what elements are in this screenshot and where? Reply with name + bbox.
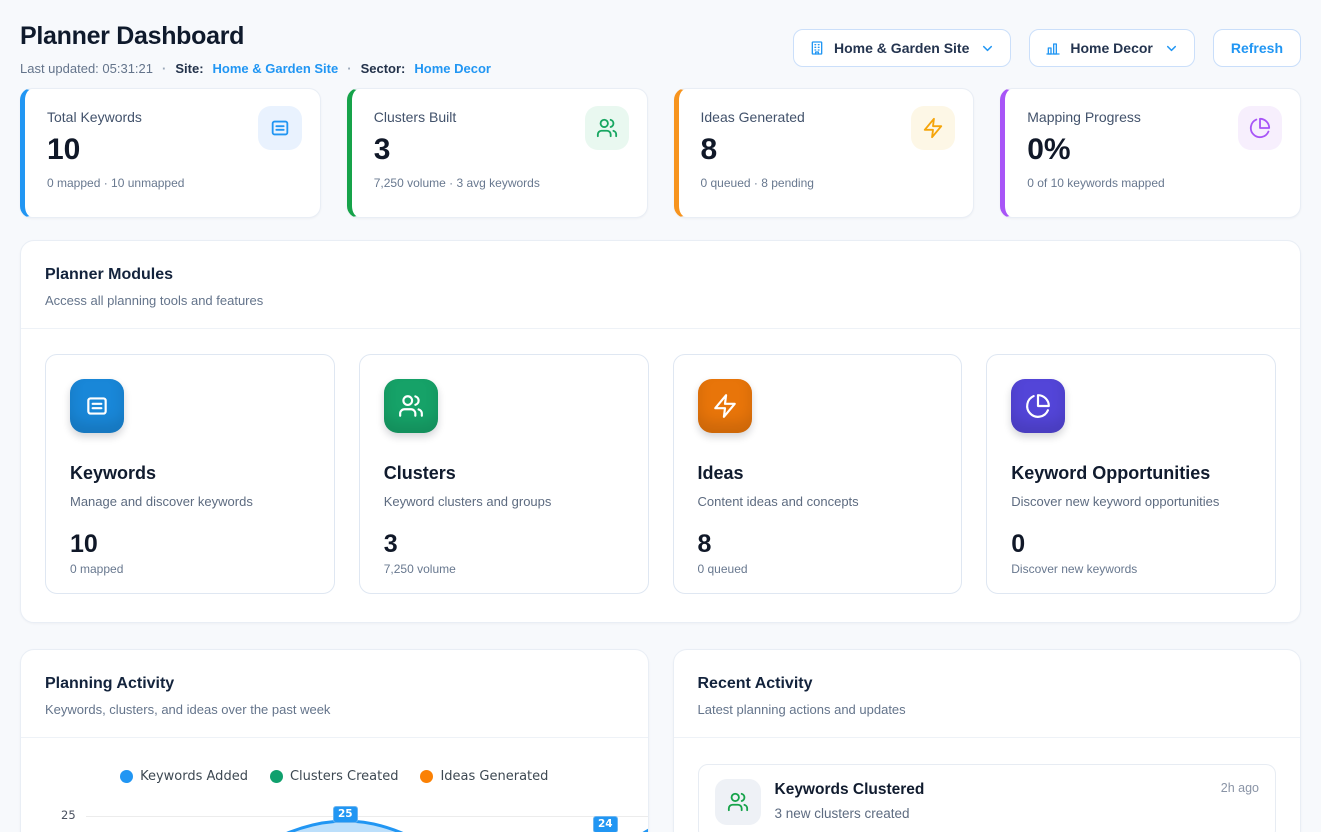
users-icon (715, 779, 761, 825)
legend-dot-icon (120, 770, 133, 783)
planning-activity-title: Planning Activity (45, 675, 624, 693)
activity-item-keywords-clustered: Keywords Clustered 2h ago 3 new clusters… (698, 764, 1277, 832)
planner-modules-header: Planner Modules Access all planning tool… (21, 241, 1300, 329)
planning-activity-panel: Planning Activity Keywords, clusters, an… (20, 649, 649, 832)
meta-separator: · (347, 61, 351, 76)
site-dropdown-label: Home & Garden Site (834, 40, 969, 56)
planner-modules-subtitle: Access all planning tools and features (45, 293, 1276, 308)
recent-activity-header: Recent Activity Latest planning actions … (674, 650, 1301, 738)
module-title: Clusters (384, 463, 624, 484)
bottom-row: Planning Activity Keywords, clusters, an… (20, 649, 1301, 832)
planner-modules-panel: Planner Modules Access all planning tool… (20, 240, 1301, 623)
legend-label: Keywords Added (140, 769, 248, 784)
sector-dropdown[interactable]: Home Decor (1029, 29, 1194, 67)
bar-chart-icon (1045, 40, 1061, 56)
planner-dashboard-page: Planner Dashboard Last updated: 05:31:21… (0, 0, 1321, 832)
module-card-clusters[interactable]: Clusters Keyword clusters and groups 3 7… (359, 354, 649, 594)
module-detail: 7,250 volume (384, 562, 624, 576)
page-header: Planner Dashboard Last updated: 05:31:21… (20, 0, 1301, 76)
module-detail: Discover new keywords (1011, 562, 1251, 576)
document-icon (70, 379, 124, 433)
module-detail: 0 queued (698, 562, 938, 576)
modules-grid: Keywords Manage and discover keywords 10… (21, 329, 1300, 622)
recent-activity-list: Keywords Clustered 2h ago 3 new clusters… (674, 738, 1301, 832)
module-card-keywords[interactable]: Keywords Manage and discover keywords 10… (45, 354, 335, 594)
last-updated-text: Last updated: 05:31:21 (20, 61, 153, 76)
module-description: Discover new keyword opportunities (1011, 494, 1251, 509)
module-title: Keyword Opportunities (1011, 463, 1251, 484)
zap-icon (911, 106, 955, 150)
stat-detail: 0 mapped · 10 unmapped (47, 176, 298, 190)
users-icon (585, 106, 629, 150)
chart-legend: Keywords Added Clusters Created Ideas Ge… (21, 769, 648, 784)
chevron-down-icon (980, 41, 995, 56)
module-detail: 0 mapped (70, 562, 310, 576)
site-label: Site: (175, 61, 203, 76)
planner-modules-title: Planner Modules (45, 266, 1276, 284)
stats-row: Total Keywords 10 0 mapped · 10 unmapped… (20, 88, 1301, 218)
data-label-24: 24 (593, 816, 618, 832)
module-description: Content ideas and concepts (698, 494, 938, 509)
module-title: Ideas (698, 463, 938, 484)
zap-icon (698, 379, 752, 433)
planning-activity-subtitle: Keywords, clusters, and ideas over the p… (45, 702, 624, 717)
sector-dropdown-label: Home Decor (1070, 40, 1152, 56)
module-card-ideas[interactable]: Ideas Content ideas and concepts 8 0 que… (673, 354, 963, 594)
sector-label: Sector: (361, 61, 406, 76)
module-value: 3 (384, 530, 624, 559)
recent-activity-title: Recent Activity (698, 675, 1277, 693)
legend-item-clusters-created[interactable]: Clusters Created (270, 769, 399, 784)
recent-activity-panel: Recent Activity Latest planning actions … (673, 649, 1302, 832)
legend-dot-icon (420, 770, 433, 783)
stat-detail: 0 queued · 8 pending (701, 176, 952, 190)
stat-card-clusters-built: Clusters Built 3 7,250 volume · 3 avg ke… (347, 88, 648, 218)
site-dropdown[interactable]: Home & Garden Site (793, 29, 1011, 67)
module-description: Manage and discover keywords (70, 494, 310, 509)
module-title: Keywords (70, 463, 310, 484)
activity-item-description: 3 new clusters created (775, 806, 1260, 821)
stat-card-mapping-progress: Mapping Progress 0% 0 of 10 keywords map… (1000, 88, 1301, 218)
refresh-button[interactable]: Refresh (1213, 29, 1301, 67)
building-icon (809, 40, 825, 56)
module-value: 0 (1011, 530, 1251, 559)
stat-card-total-keywords: Total Keywords 10 0 mapped · 10 unmapped (20, 88, 321, 218)
sector-link[interactable]: Home Decor (414, 61, 491, 76)
meta-separator: · (162, 61, 166, 76)
activity-item-title: Keywords Clustered (775, 781, 925, 799)
recent-activity-subtitle: Latest planning actions and updates (698, 702, 1277, 717)
module-value: 10 (70, 530, 310, 559)
site-link[interactable]: Home & Garden Site (213, 61, 339, 76)
users-icon (384, 379, 438, 433)
y-axis-tick-25: 25 (61, 808, 76, 822)
pie-chart-icon (1011, 379, 1065, 433)
keywords-added-line-chart (86, 790, 649, 832)
legend-label: Clusters Created (290, 769, 399, 784)
stat-detail: 0 of 10 keywords mapped (1027, 176, 1278, 190)
activity-item-content: Keywords Clustered 2h ago 3 new clusters… (775, 779, 1260, 825)
data-label-25: 25 (333, 806, 358, 823)
legend-item-ideas-generated[interactable]: Ideas Generated (420, 769, 548, 784)
module-value: 8 (698, 530, 938, 559)
legend-label: Ideas Generated (440, 769, 548, 784)
header-controls: Home & Garden Site Home Decor Refresh (793, 29, 1301, 67)
pie-chart-icon (1238, 106, 1282, 150)
legend-dot-icon (270, 770, 283, 783)
stat-card-ideas-generated: Ideas Generated 8 0 queued · 8 pending (674, 88, 975, 218)
planning-activity-header: Planning Activity Keywords, clusters, an… (21, 650, 648, 738)
chevron-down-icon (1164, 41, 1179, 56)
document-icon (258, 106, 302, 150)
legend-item-keywords-added[interactable]: Keywords Added (120, 769, 248, 784)
module-card-keyword-opportunities[interactable]: Keyword Opportunities Discover new keywo… (986, 354, 1276, 594)
activity-item-time: 2h ago (1221, 781, 1259, 795)
stat-detail: 7,250 volume · 3 avg keywords (374, 176, 625, 190)
module-description: Keyword clusters and groups (384, 494, 624, 509)
